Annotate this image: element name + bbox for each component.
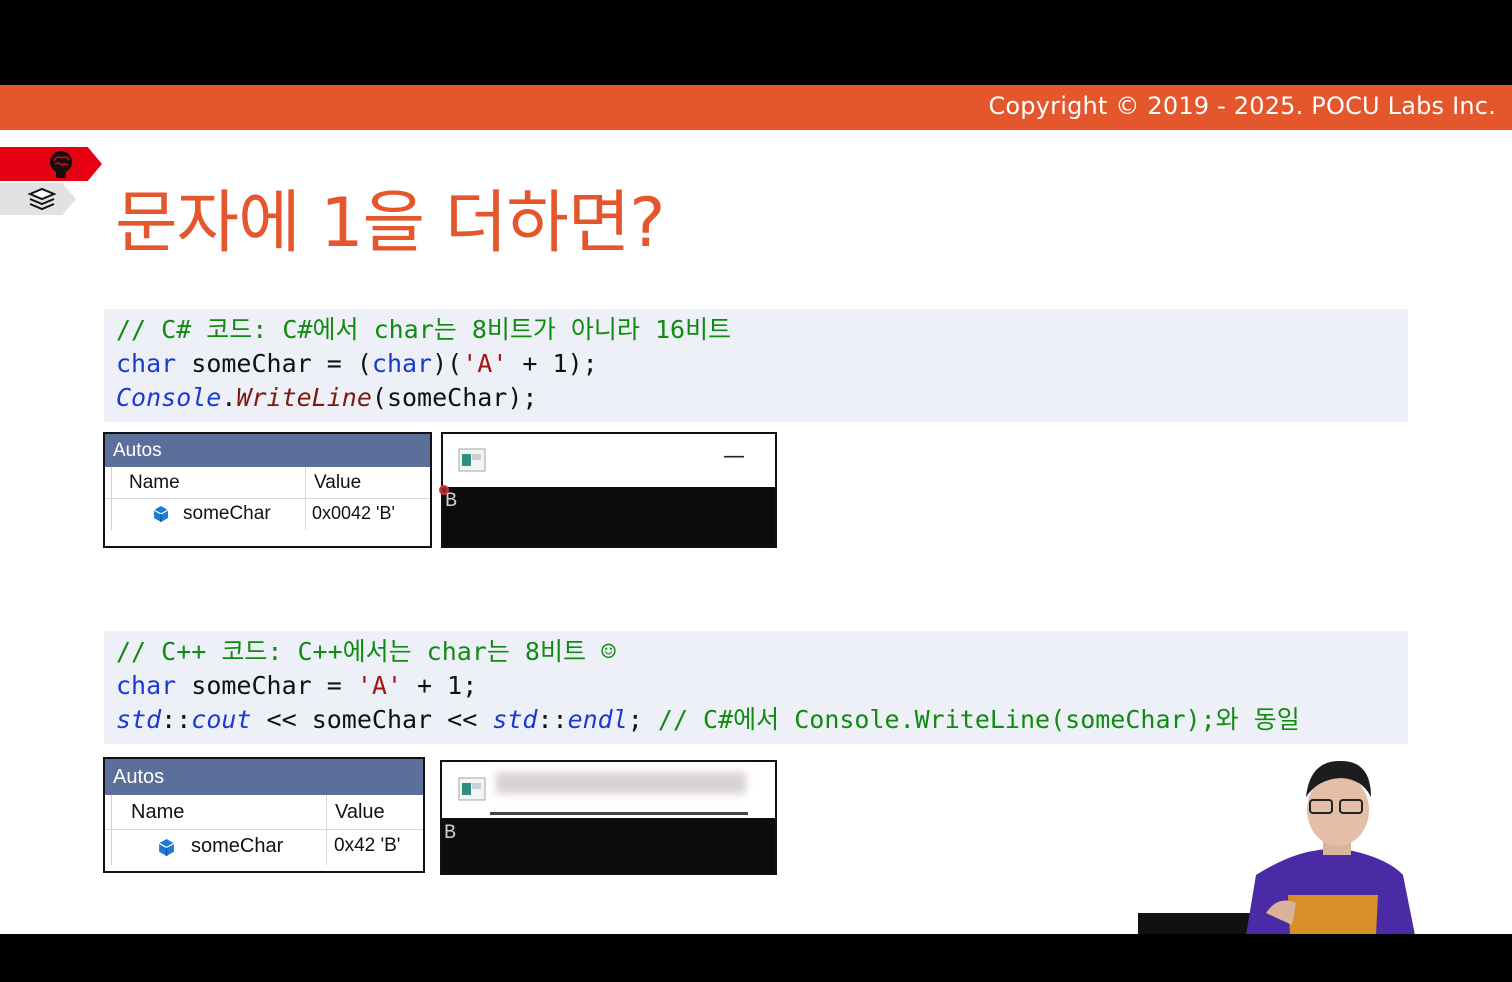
slide-title: 문자에 1을 더하면?	[115, 184, 666, 263]
cpp-console-window: B	[440, 760, 777, 875]
code-comment: // C++ 코드: C++에서는 char는 8비트 ☺	[116, 637, 617, 666]
object-cube-icon	[158, 839, 175, 856]
code-text: someChar = (	[176, 349, 372, 378]
cpp-autos-window: Autos Name Value someChar 0x42 'B'	[103, 757, 425, 873]
code-text: ::	[537, 705, 568, 734]
variable-name: someChar	[183, 503, 271, 524]
code-comment: // C# 코드: C#에서 char는 8비트가 아니라 16비트	[116, 315, 732, 344]
autos-col-value[interactable]: Value	[314, 472, 361, 494]
object-cube-icon	[153, 506, 169, 522]
letterbox-top	[0, 0, 1512, 85]
column-divider	[326, 830, 327, 865]
autos-gutter	[111, 499, 112, 530]
minimize-button[interactable]: —	[723, 444, 745, 469]
autos-header-row: Name Value	[105, 467, 430, 499]
title-underline	[490, 812, 748, 815]
code-text: << someChar <<	[251, 705, 493, 734]
code-line: char someChar = 'A' + 1;	[116, 669, 1396, 703]
code-method: WriteLine	[236, 383, 372, 412]
csharp-autos-window: Autos Name Value someChar 0x0042 'B'	[103, 432, 432, 548]
code-keyword: char	[116, 349, 177, 378]
code-text: someChar =	[176, 671, 357, 700]
autos-col-name[interactable]: Name	[131, 801, 184, 824]
column-divider[interactable]	[326, 795, 327, 829]
letterbox-bottom	[0, 934, 1512, 982]
variable-name: someChar	[191, 835, 284, 857]
code-line: std::cout << someChar << std::endl; // C…	[116, 703, 1396, 737]
autos-gutter	[111, 795, 112, 829]
column-divider	[305, 499, 306, 530]
variable-value: 0x0042 'B'	[312, 503, 395, 523]
column-divider[interactable]	[305, 467, 306, 498]
code-text: ::	[161, 705, 192, 734]
console-output: B	[444, 822, 457, 845]
autos-row[interactable]: someChar 0x0042 'B'	[105, 499, 430, 530]
variable-value: 0x42 'B'	[334, 835, 401, 856]
autos-title: Autos	[105, 434, 430, 467]
code-text: ;	[627, 705, 658, 734]
autos-col-value[interactable]: Value	[335, 801, 385, 824]
console-app-icon	[458, 448, 486, 472]
code-text: )(	[432, 349, 463, 378]
csharp-code-block: // C# 코드: C#에서 char는 8비트가 아니라 16비트 char …	[104, 309, 1408, 422]
autos-header-row: Name Value	[105, 795, 423, 830]
brain-icon	[50, 151, 72, 178]
code-text: + 1;	[402, 671, 478, 700]
code-identifier: endl	[567, 705, 628, 734]
console-titlebar: —	[443, 434, 775, 487]
code-text: + 1);	[507, 349, 598, 378]
code-line: Console.WriteLine(someChar);	[116, 381, 1396, 415]
slide: Copyright © 2019 - 2025. POCU Labs Inc. …	[0, 85, 1512, 934]
code-namespace: std	[492, 705, 538, 734]
copyright-text: Copyright © 2019 - 2025. POCU Labs Inc.	[988, 92, 1496, 120]
blurred-title	[496, 772, 746, 794]
header-band: Copyright © 2019 - 2025. POCU Labs Inc.	[0, 85, 1512, 130]
console-titlebar	[442, 762, 775, 818]
console-app-icon	[458, 777, 486, 801]
code-text: (someChar);	[371, 383, 538, 412]
code-text: .	[221, 383, 237, 412]
presenter-video	[1138, 760, 1415, 934]
autos-row[interactable]: someChar 0x42 'B'	[105, 830, 423, 865]
code-identifier: cout	[191, 705, 252, 734]
cpp-code-block: // C++ 코드: C++에서는 char는 8비트 ☺ char someC…	[104, 631, 1408, 744]
code-keyword: char	[371, 349, 433, 378]
code-line: char someChar = (char)('A' + 1);	[116, 347, 1396, 381]
code-comment: // C#에서 Console.WriteLine(someChar);와 동일	[657, 705, 1300, 734]
code-type: Console	[116, 383, 222, 412]
autos-col-name[interactable]: Name	[129, 472, 180, 494]
code-keyword: char	[116, 671, 177, 700]
code-namespace: std	[116, 705, 162, 734]
autos-gutter	[111, 467, 112, 498]
layers-icon	[27, 187, 57, 211]
csharp-console-window: — B	[441, 432, 777, 548]
autos-gutter	[111, 830, 112, 865]
cursor-pointer	[439, 485, 449, 495]
code-string: 'A'	[356, 671, 402, 700]
autos-title: Autos	[105, 759, 423, 795]
code-string: 'A'	[462, 349, 508, 378]
